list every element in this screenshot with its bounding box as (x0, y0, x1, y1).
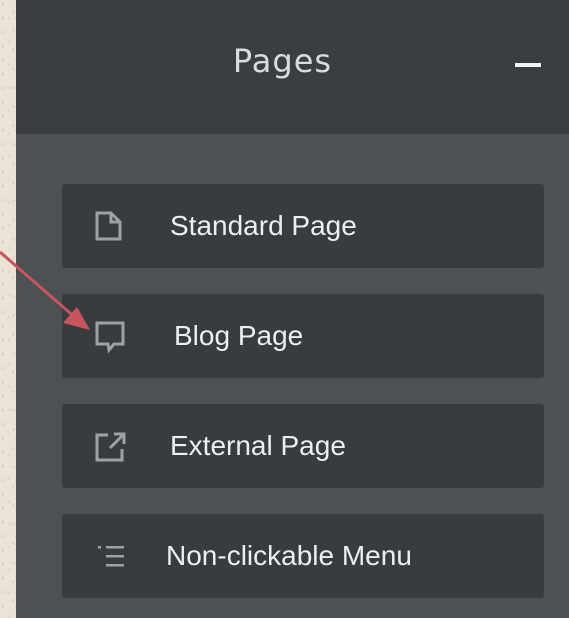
external-page-label: External Page (170, 430, 346, 461)
minus-icon (515, 63, 541, 67)
non-clickable-menu-label: Non-clickable Menu (166, 540, 412, 571)
page-icon (94, 184, 134, 268)
non-clickable-menu-item[interactable]: Non-clickable Menu (62, 514, 544, 598)
external-page-item[interactable]: External Page (62, 404, 544, 488)
collapse-button[interactable] (515, 56, 541, 74)
blog-page-item[interactable]: Blog Page (62, 294, 544, 378)
speech-bubble-icon (94, 294, 134, 378)
page-type-list: Standard Page Blog Page External Page No… (62, 184, 544, 618)
arrow-icon (0, 250, 90, 330)
external-link-icon (94, 404, 134, 488)
standard-page-label: Standard Page (170, 210, 357, 241)
standard-page-item[interactable]: Standard Page (62, 184, 544, 268)
panel-title: Pages (232, 42, 333, 80)
panel-header: Pages (16, 0, 569, 134)
blog-page-label: Blog Page (174, 320, 304, 351)
list-icon (94, 514, 134, 598)
